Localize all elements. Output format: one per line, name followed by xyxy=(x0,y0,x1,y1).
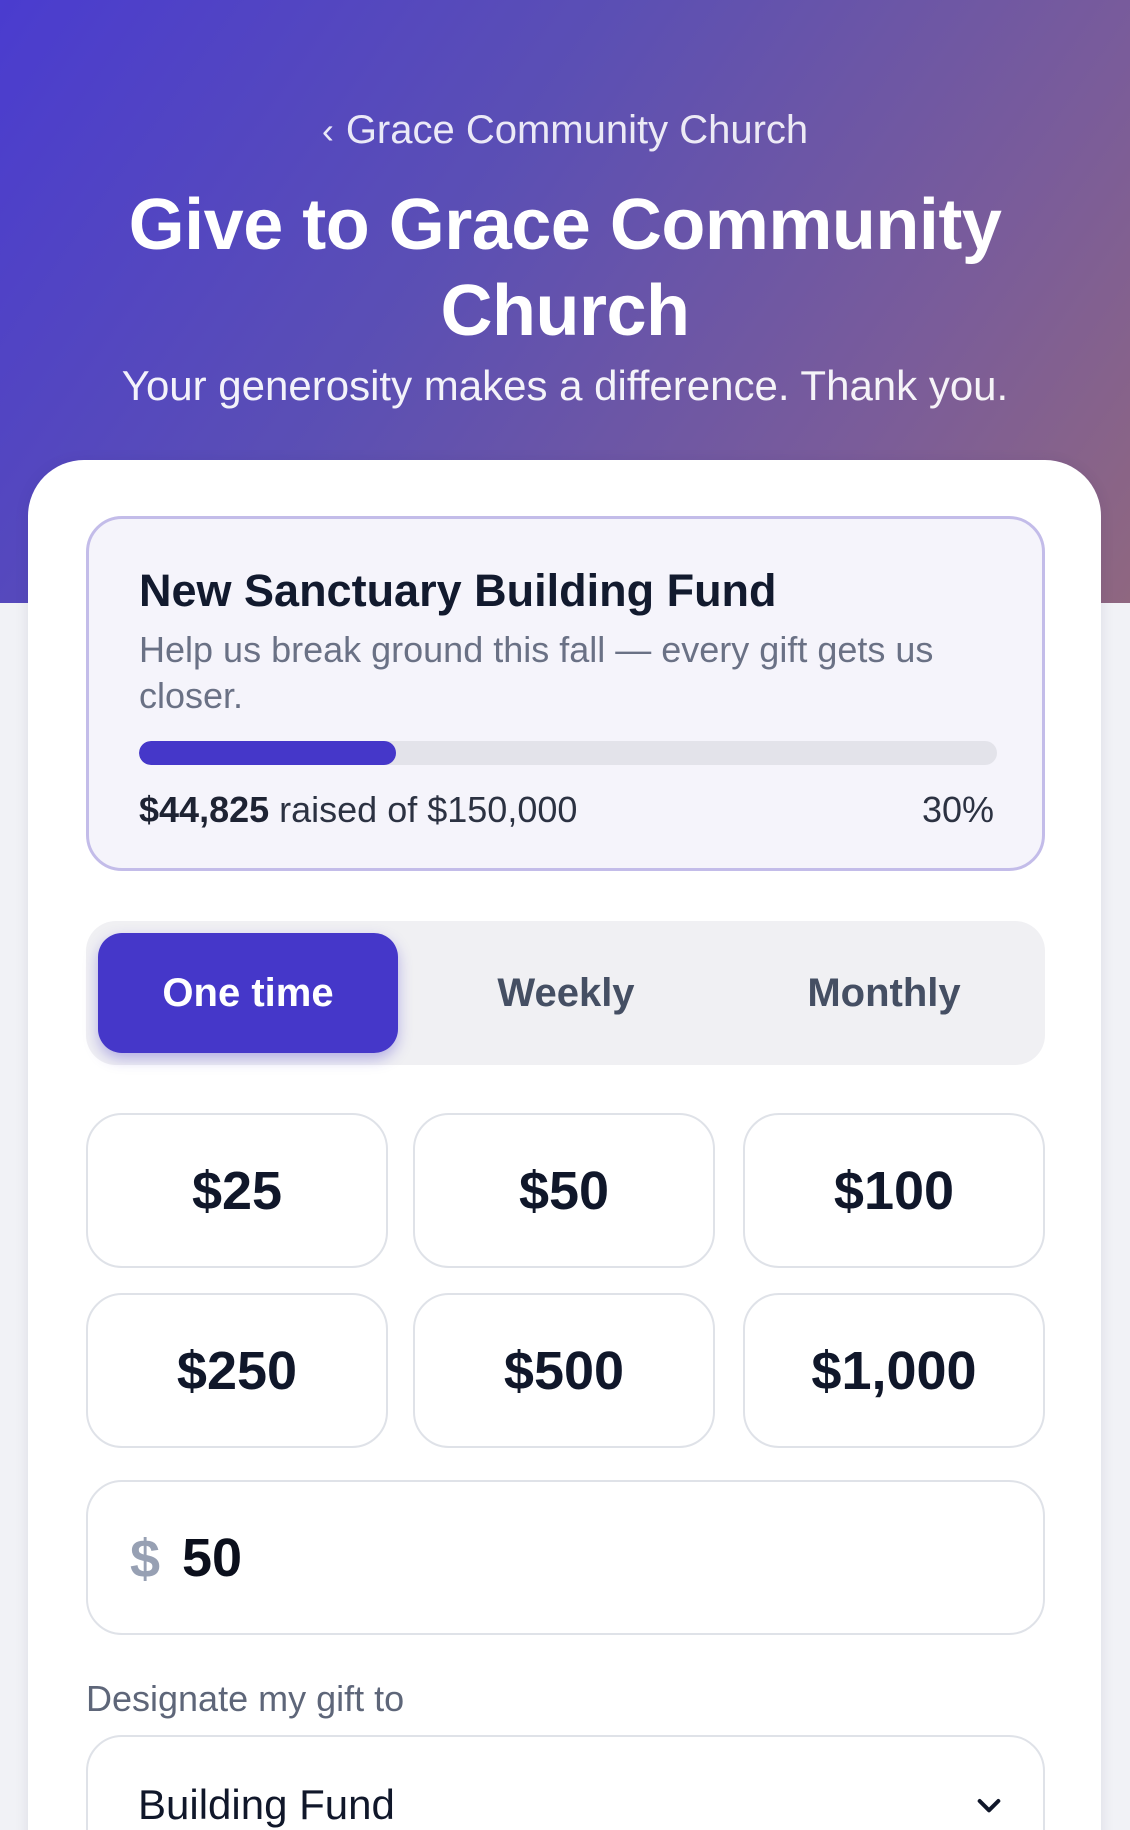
page-title: Give to Grace Community Church xyxy=(128,185,1002,351)
amount-button-100[interactable]: $100 xyxy=(743,1113,1045,1268)
campaign-description: Help us break ground this fall — every g… xyxy=(139,629,934,716)
donation-card: New Sanctuary Building Fund Help us brea… xyxy=(28,460,1101,1830)
frequency-toggle: One time Weekly Monthly xyxy=(86,921,1045,1065)
amount-button-250[interactable]: $250 xyxy=(86,1293,388,1448)
amount-button-25[interactable]: $25 xyxy=(86,1113,388,1268)
chevron-down-icon xyxy=(977,1799,1001,1813)
frequency-weekly[interactable]: Weekly xyxy=(416,933,716,1053)
raised-summary: $44,825 raised of $150,000 xyxy=(139,789,577,831)
frequency-monthly[interactable]: Monthly xyxy=(734,933,1034,1053)
designation-selected: Building Fund xyxy=(138,1781,395,1828)
designation-select[interactable]: Building Fund xyxy=(86,1735,1045,1830)
progress-percent: 30% xyxy=(921,789,994,830)
raised-amount: $44,825 xyxy=(139,789,270,830)
campaign-panel: New Sanctuary Building Fund Help us brea… xyxy=(86,516,1045,871)
back-link[interactable]: ‹ Grace Community Church xyxy=(0,108,1130,153)
custom-amount-field[interactable]: $ xyxy=(86,1480,1045,1635)
amount-button-50[interactable]: $50 xyxy=(413,1113,715,1268)
frequency-one-time[interactable]: One time xyxy=(98,933,398,1053)
chevron-left-icon: ‹ xyxy=(321,110,334,151)
progress-bar xyxy=(139,741,997,765)
back-link-label: Grace Community Church xyxy=(345,108,809,152)
raised-goal: raised of $150,000 xyxy=(279,789,578,830)
designation-label: Designate my gift to xyxy=(86,1678,405,1719)
custom-amount-input[interactable] xyxy=(182,1520,1002,1596)
campaign-title: New Sanctuary Building Fund xyxy=(139,565,777,616)
currency-symbol: $ xyxy=(130,1529,161,1589)
progress-fill xyxy=(139,741,397,765)
amount-button-500[interactable]: $500 xyxy=(413,1293,715,1448)
amount-button-1000[interactable]: $1,000 xyxy=(743,1293,1045,1448)
page-subtitle: Your generosity makes a difference. Than… xyxy=(121,362,1009,409)
